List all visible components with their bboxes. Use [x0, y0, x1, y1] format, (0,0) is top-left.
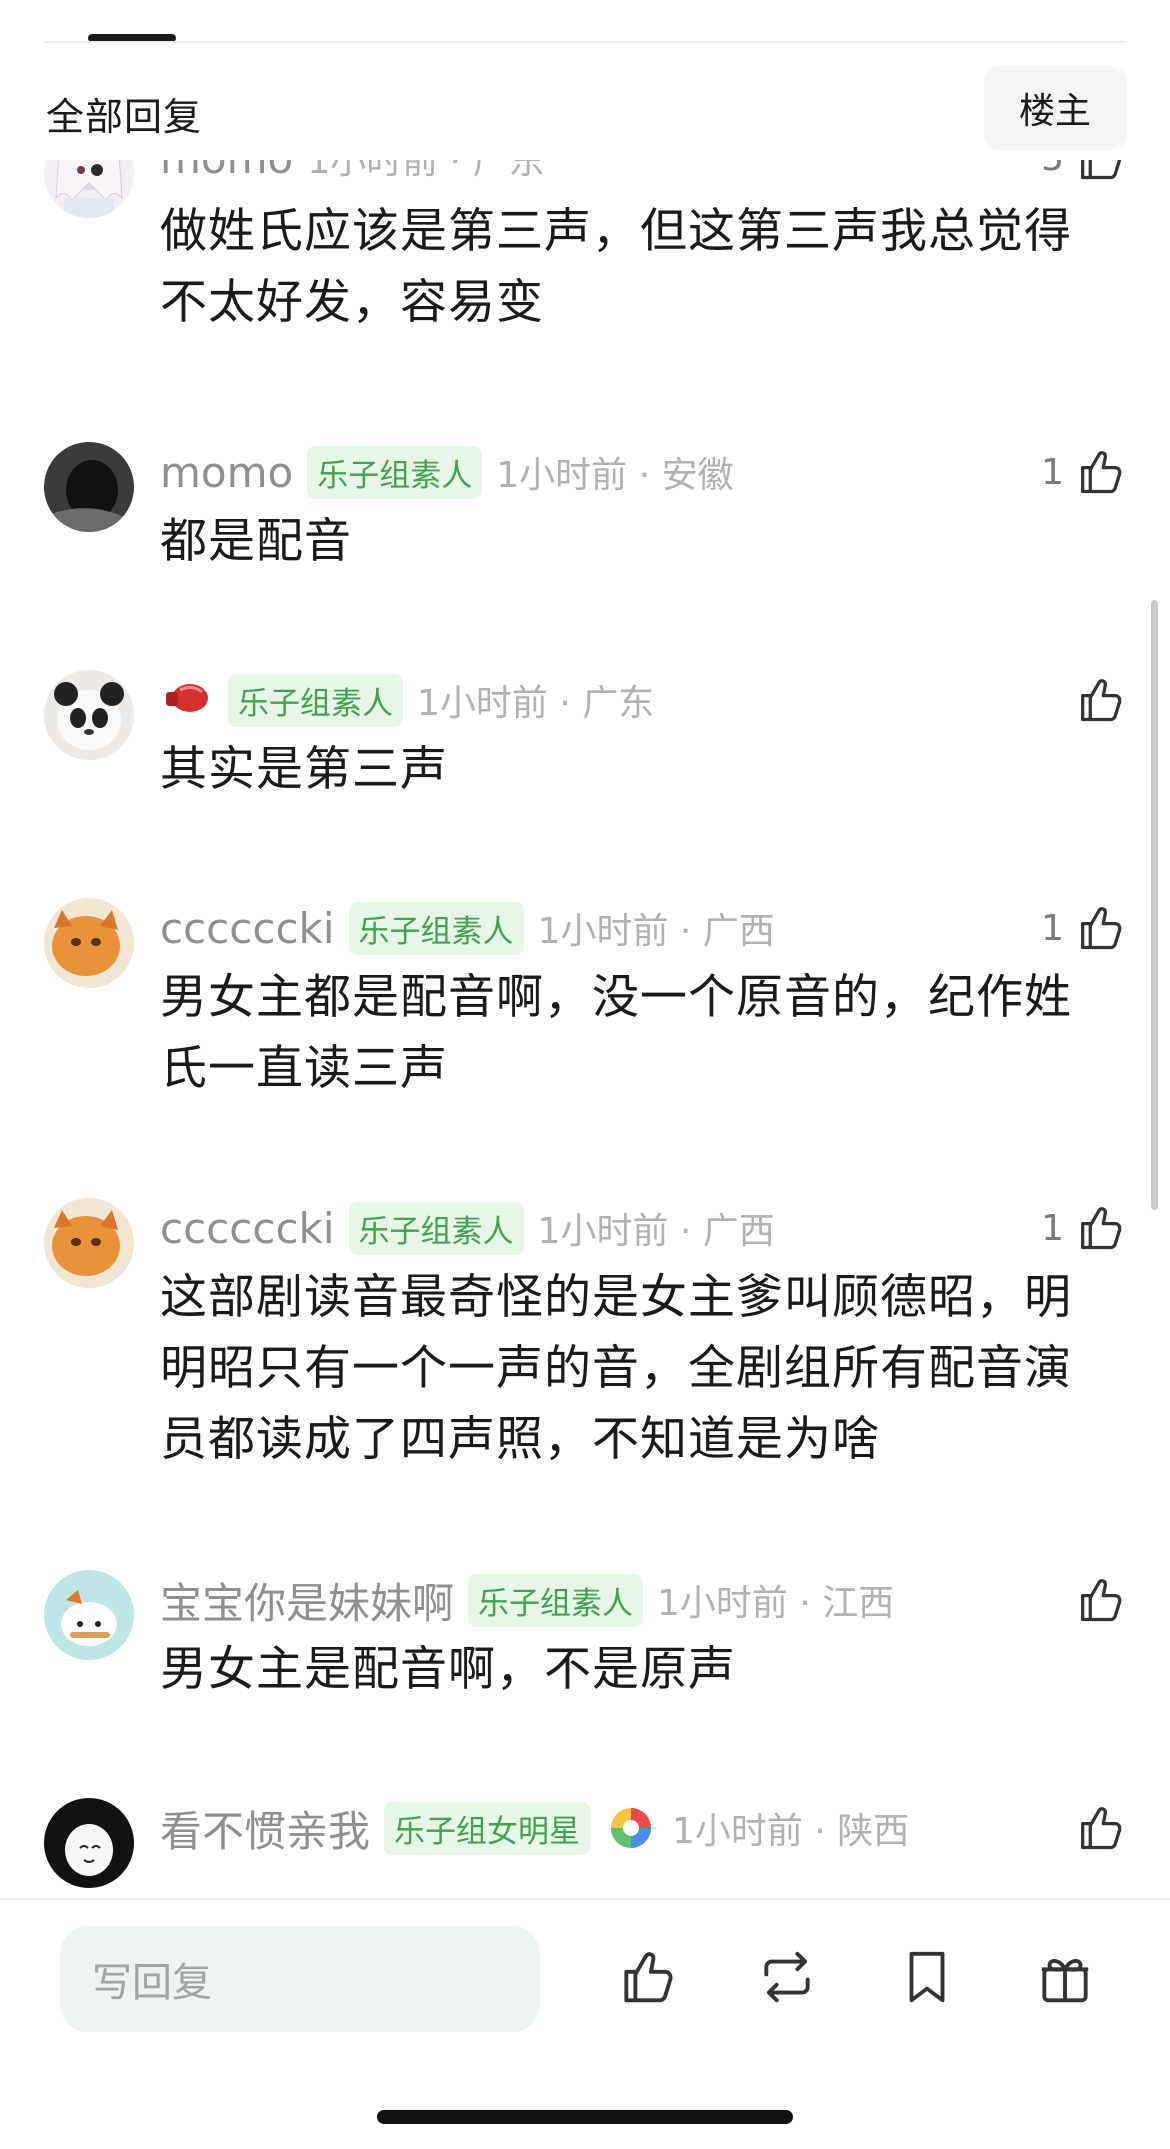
comment-text: 男女主是配音啊，不是原声: [160, 1642, 736, 1697]
top-divider: [44, 41, 1126, 43]
gift-action-button[interactable]: [1030, 1942, 1100, 2012]
comment-list[interactable]: momo 1小时前 · 广东 5 做姓氏应该是第三声，但这第三声我总觉得不太好发…: [0, 160, 1170, 1900]
username[interactable]: momo: [160, 448, 293, 497]
like-button[interactable]: 5: [1041, 160, 1126, 188]
time-location: 1小时前 · 广东: [307, 160, 545, 182]
like-action-button[interactable]: [612, 1942, 682, 2012]
user-badge: 乐子组素人: [348, 1201, 524, 1255]
like-button[interactable]: [1074, 1798, 1126, 1858]
username[interactable]: momo: [160, 160, 293, 183]
comment-meta: ccccccki 乐子组素人 1小时前 · 广西: [160, 898, 990, 958]
username[interactable]: ccccccki: [160, 1204, 335, 1253]
like-count: 1: [1041, 907, 1064, 949]
comment-text: 男女主都是配音啊，没一个原音的，纪作姓氏一直读三声: [160, 970, 1072, 1096]
rainbow-badge-icon: [604, 1806, 658, 1850]
username[interactable]: ccccccki: [160, 904, 335, 953]
comment-meta: momo 乐子组素人 1小时前 · 安徽: [160, 442, 990, 502]
user-badge: 乐子组素人: [348, 901, 524, 955]
like-count: 5: [1041, 160, 1064, 179]
like-button[interactable]: [1074, 670, 1126, 730]
like-count: 1: [1041, 1207, 1064, 1249]
boxing-glove-icon: [160, 678, 214, 722]
comment-meta: 看不惯亲我 乐子组女明星 1小时前 · 陕西: [160, 1798, 990, 1858]
like-button[interactable]: 1: [1041, 898, 1126, 958]
thumb-up-icon: [1081, 1207, 1122, 1250]
comment-meta: ccccccki 乐子组素人 1小时前 · 广西: [160, 1198, 990, 1258]
user-avatar[interactable]: [44, 442, 134, 532]
thumb-up-icon: [1081, 160, 1122, 180]
page-title: 全部回复: [46, 95, 203, 139]
thumb-up-icon: [1081, 679, 1122, 722]
comment-text: 做姓氏应该是第三声，但这第三声我总觉得不太好发，容易变: [160, 204, 1072, 330]
scrollbar[interactable]: [1151, 600, 1158, 1210]
user-badge: 乐子组素人: [468, 1573, 644, 1627]
comment-meta: momo 1小时前 · 广东: [160, 160, 990, 188]
comment-text: 这部剧读音最奇怪的是女主爹叫顾德昭，明明昭只有一个一声的音，全剧组所有配音演员都…: [160, 1270, 1072, 1467]
user-avatar[interactable]: [44, 898, 134, 988]
thumb-up-icon: [1081, 907, 1122, 950]
user-avatar[interactable]: [44, 1198, 134, 1288]
time-location: 1小时前 · 江西: [657, 1583, 895, 1624]
like-count: 1: [1041, 451, 1064, 493]
reply-header: 全部回复 楼主: [0, 60, 1170, 160]
comment-meta: 乐子组素人 1小时前 · 广东: [160, 670, 990, 730]
time-location: 1小时前 · 广东: [417, 683, 655, 724]
thumb-up-icon: [1081, 1579, 1122, 1622]
repost-icon: [764, 1951, 810, 2003]
username[interactable]: 看不惯亲我: [160, 1798, 370, 1859]
like-button[interactable]: 1: [1041, 1198, 1126, 1258]
comment-text: 都是配音: [160, 514, 352, 569]
home-indicator: [377, 2110, 793, 2124]
bookmark-icon: [909, 1951, 945, 2003]
comment-text: 其实是第三声: [160, 742, 448, 797]
time-location: 1小时前 · 陕西: [672, 1811, 910, 1852]
user-badge: 乐子组素人: [307, 445, 483, 499]
gift-icon: [1041, 1959, 1089, 2003]
time-location: 1小时前 · 安徽: [496, 455, 734, 496]
user-avatar[interactable]: [44, 1798, 134, 1888]
thumb-up-icon: [1081, 451, 1122, 494]
time-location: 1小时前 · 广西: [537, 1211, 775, 1252]
repost-action-button[interactable]: [752, 1942, 822, 2012]
bottom-action-bar: 写回复: [0, 1898, 1170, 2149]
user-badge: 乐子组素人: [228, 673, 403, 727]
bookmark-action-button[interactable]: [892, 1942, 962, 2012]
thumb-up-icon: [1081, 1807, 1122, 1850]
op-only-button[interactable]: 楼主: [984, 66, 1126, 150]
like-button[interactable]: 1: [1041, 442, 1126, 502]
comment-meta: 宝宝你是妹妹啊 乐子组素人 1小时前 · 江西: [160, 1570, 990, 1630]
reply-input[interactable]: 写回复: [60, 1926, 540, 2032]
time-location: 1小时前 · 广西: [537, 911, 775, 952]
user-avatar[interactable]: [44, 1570, 134, 1660]
user-avatar[interactable]: [44, 670, 134, 760]
username[interactable]: 宝宝你是妹妹啊: [160, 1570, 454, 1631]
like-icon: [624, 1952, 673, 2003]
like-button[interactable]: [1074, 1570, 1126, 1630]
user-badge: 乐子组女明星: [384, 1801, 591, 1855]
user-avatar[interactable]: [44, 160, 134, 218]
